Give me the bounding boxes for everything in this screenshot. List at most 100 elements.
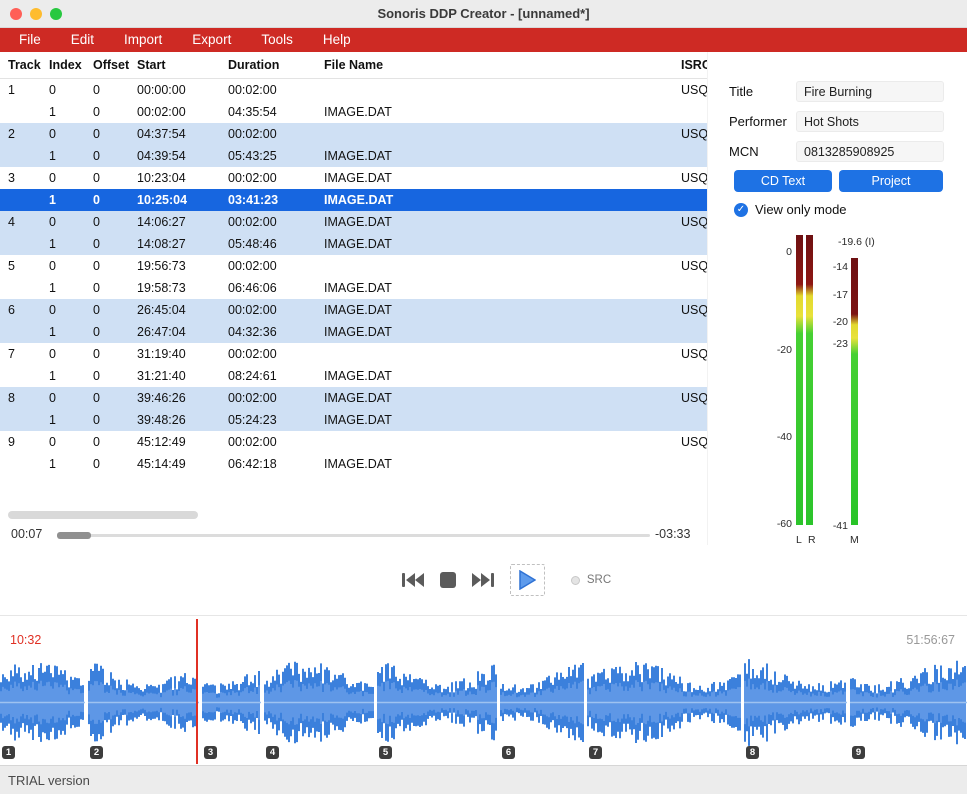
cell-duration: 00:02:00 xyxy=(228,79,320,101)
track-marker-2[interactable]: 2 xyxy=(90,746,103,759)
performer-input[interactable] xyxy=(796,111,944,132)
cell-file: IMAGE.DAT xyxy=(324,453,584,475)
menu-import[interactable]: Import xyxy=(109,28,177,52)
table-row[interactable]: 60026:45:0400:02:00IMAGE.DATUSQ xyxy=(0,299,707,321)
cell-duration: 03:41:23 xyxy=(228,189,320,211)
cell-start: 45:14:49 xyxy=(137,453,225,475)
waveform-segment-8[interactable]: 8 xyxy=(744,656,847,749)
title-field-row: Title xyxy=(708,81,967,102)
table-row[interactable]: 1014:08:2705:48:46IMAGE.DAT xyxy=(0,233,707,255)
seek-thumb[interactable] xyxy=(57,532,91,539)
waveform-segment-3[interactable]: 3 xyxy=(202,656,261,749)
view-only-mode-toggle[interactable]: ✓ View only mode xyxy=(734,202,847,217)
col-start[interactable]: Start xyxy=(137,52,225,78)
menu-edit[interactable]: Edit xyxy=(56,28,109,52)
table-row[interactable]: 1031:21:4008:24:61IMAGE.DAT xyxy=(0,365,707,387)
menu-help[interactable]: Help xyxy=(308,28,366,52)
waveform-segment-2[interactable]: 2 xyxy=(88,656,199,749)
src-indicator: SRC xyxy=(571,574,611,586)
mcn-input[interactable] xyxy=(796,141,944,162)
cell-index: 0 xyxy=(49,211,91,233)
waveform-segment-1[interactable]: 1 xyxy=(0,656,85,749)
track-marker-5[interactable]: 5 xyxy=(379,746,392,759)
cell-index: 1 xyxy=(49,409,91,431)
lr-scale-0: 0 xyxy=(760,246,792,258)
cell-index: 1 xyxy=(49,145,91,167)
waveform-segment-5[interactable]: 5 xyxy=(377,656,497,749)
table-row[interactable]: 90045:12:4900:02:00USQ xyxy=(0,431,707,453)
cd-text-button[interactable]: CD Text xyxy=(734,170,832,192)
col-track[interactable]: Track xyxy=(8,52,46,78)
track-table-body: 10000:00:0000:02:00USQ1000:02:0004:35:54… xyxy=(0,79,707,475)
table-row[interactable]: 1039:48:2605:24:23IMAGE.DAT xyxy=(0,409,707,431)
table-row[interactable]: 1026:47:0404:32:36IMAGE.DAT xyxy=(0,321,707,343)
cell-start: 00:02:00 xyxy=(137,101,225,123)
close-button[interactable] xyxy=(10,8,22,20)
table-row[interactable]: 20004:37:5400:02:00USQ xyxy=(0,123,707,145)
table-row[interactable]: 50019:56:7300:02:00USQ xyxy=(0,255,707,277)
cell-file: IMAGE.DAT xyxy=(324,211,584,233)
cell-index: 0 xyxy=(49,343,91,365)
play-button[interactable] xyxy=(510,564,545,596)
table-row[interactable]: 10000:00:0000:02:00USQ xyxy=(0,79,707,101)
waveform-segment-7[interactable]: 7 xyxy=(587,656,741,749)
col-file-name[interactable]: File Name xyxy=(324,52,584,78)
table-row[interactable]: 80039:46:2600:02:00IMAGE.DATUSQ xyxy=(0,387,707,409)
stop-button[interactable] xyxy=(440,572,456,588)
waveform-segment-9[interactable]: 9 xyxy=(850,656,967,749)
cell-offset: 0 xyxy=(93,365,135,387)
waveform-segment-4[interactable]: 4 xyxy=(264,656,374,749)
project-button[interactable]: Project xyxy=(839,170,943,192)
meter-bar-right xyxy=(806,235,813,525)
next-track-button[interactable] xyxy=(472,573,494,587)
col-offset[interactable]: Offset xyxy=(93,52,135,78)
cell-start: 14:06:27 xyxy=(137,211,225,233)
table-row[interactable]: 1010:25:0403:41:23IMAGE.DAT xyxy=(0,189,707,211)
transport-bar: SRC xyxy=(0,545,967,615)
cell-offset: 0 xyxy=(93,145,135,167)
cell-start: 31:21:40 xyxy=(137,365,225,387)
track-marker-6[interactable]: 6 xyxy=(502,746,515,759)
menu-tools[interactable]: Tools xyxy=(246,28,308,52)
seek-slider[interactable] xyxy=(57,534,650,537)
table-row[interactable]: 1004:39:5405:43:25IMAGE.DAT xyxy=(0,145,707,167)
menu-file[interactable]: File xyxy=(4,28,56,52)
waveform-segment-6[interactable]: 6 xyxy=(500,656,584,749)
previous-track-button[interactable] xyxy=(402,573,424,587)
traffic-lights xyxy=(10,8,62,20)
track-marker-9[interactable]: 9 xyxy=(852,746,865,759)
transport-group: SRC xyxy=(402,564,611,596)
cell-start: 10:25:04 xyxy=(137,189,225,211)
col-index[interactable]: Index xyxy=(49,52,91,78)
menu-export[interactable]: Export xyxy=(177,28,246,52)
track-marker-1[interactable]: 1 xyxy=(2,746,15,759)
horizontal-scrollbar[interactable] xyxy=(8,511,198,519)
play-icon xyxy=(519,570,536,590)
table-row[interactable]: 40014:06:2700:02:00IMAGE.DATUSQ xyxy=(0,211,707,233)
track-marker-7[interactable]: 7 xyxy=(589,746,602,759)
playhead-cursor[interactable] xyxy=(196,619,198,764)
cell-track: 9 xyxy=(8,431,46,453)
table-row[interactable]: 1000:02:0004:35:54IMAGE.DAT xyxy=(0,101,707,123)
cell-file: IMAGE.DAT xyxy=(324,387,584,409)
col-duration[interactable]: Duration xyxy=(228,52,320,78)
minimize-button[interactable] xyxy=(30,8,42,20)
waveform-strip: 123456789 xyxy=(0,656,967,749)
cell-file: IMAGE.DAT xyxy=(324,145,584,167)
track-marker-4[interactable]: 4 xyxy=(266,746,279,759)
track-marker-3[interactable]: 3 xyxy=(204,746,217,759)
table-row[interactable]: 1019:58:7306:46:06IMAGE.DAT xyxy=(0,277,707,299)
table-row[interactable]: 30010:23:0400:02:00IMAGE.DATUSQ xyxy=(0,167,707,189)
m-scale-41: -41 xyxy=(816,520,848,532)
track-marker-8[interactable]: 8 xyxy=(746,746,759,759)
zoom-button[interactable] xyxy=(50,8,62,20)
src-led-icon[interactable] xyxy=(571,576,580,585)
cell-duration: 00:02:00 xyxy=(228,255,320,277)
title-input[interactable] xyxy=(796,81,944,102)
playback-progress-row: 00:07 -03:33 xyxy=(0,524,707,545)
table-row[interactable]: 1045:14:4906:42:18IMAGE.DAT xyxy=(0,453,707,475)
cell-track: 8 xyxy=(8,387,46,409)
table-row[interactable]: 70031:19:4000:02:00USQ xyxy=(0,343,707,365)
cell-start: 26:47:04 xyxy=(137,321,225,343)
col-isrc[interactable]: ISRC xyxy=(681,52,707,78)
